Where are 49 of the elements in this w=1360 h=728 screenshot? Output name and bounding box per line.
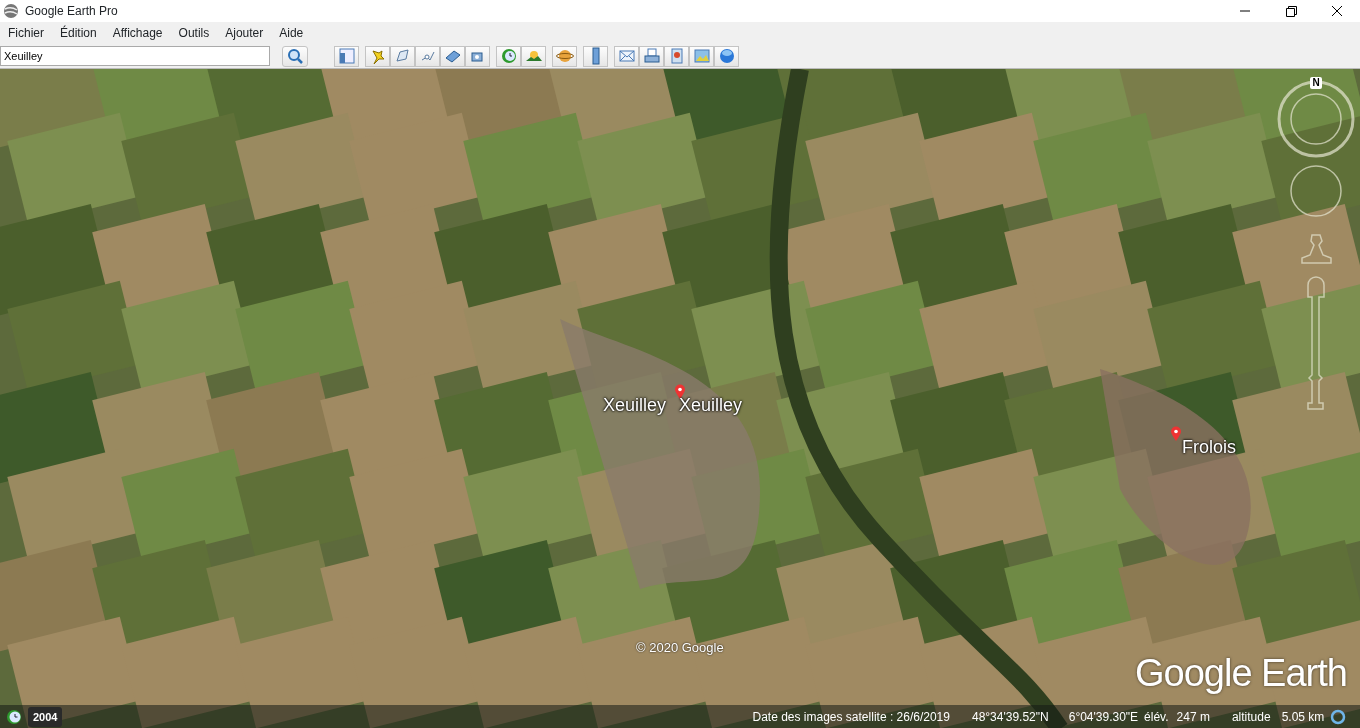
compass-north-label[interactable]: N bbox=[1310, 77, 1322, 89]
printer-icon bbox=[642, 47, 661, 65]
polygon-button[interactable] bbox=[390, 45, 415, 67]
globe-button[interactable] bbox=[714, 45, 739, 67]
sun-button[interactable] bbox=[521, 45, 546, 67]
menu-item[interactable]: Fichier bbox=[0, 24, 52, 42]
search-icon bbox=[287, 48, 303, 64]
image-icon bbox=[692, 47, 711, 65]
place-label[interactable]: Xeuilley bbox=[603, 392, 667, 419]
planet-button[interactable] bbox=[552, 45, 577, 67]
clock-button[interactable] bbox=[496, 45, 521, 67]
ruler-button[interactable] bbox=[583, 45, 608, 67]
altitude-label: altitude bbox=[1231, 709, 1271, 726]
printer-button[interactable] bbox=[639, 45, 664, 67]
envelope-icon bbox=[617, 47, 636, 65]
copyright-text: © 2020 Google bbox=[636, 639, 724, 657]
clock-icon[interactable] bbox=[6, 709, 22, 725]
streaming-status-icon bbox=[1330, 709, 1347, 725]
imagery-date: Date des images satellite : 26/6/2019 bbox=[752, 709, 950, 726]
historical-imagery-year[interactable]: 2004 bbox=[28, 706, 63, 728]
clock-icon bbox=[499, 47, 518, 65]
sidebar-icon bbox=[337, 47, 356, 65]
menu-item[interactable]: Outils bbox=[170, 24, 218, 42]
elevation-value: 247 m bbox=[1176, 709, 1210, 726]
planet-icon bbox=[555, 47, 574, 65]
longitude-text: 6°04'39.30"E bbox=[1068, 709, 1139, 726]
search-field[interactable]: Xeuilley bbox=[0, 46, 270, 66]
globe-icon bbox=[717, 47, 736, 65]
sidebar-button[interactable] bbox=[334, 45, 359, 67]
search-button[interactable] bbox=[282, 45, 308, 67]
window-title: Google Earth Pro bbox=[25, 3, 118, 20]
latitude-text: 48°34'39.52"N bbox=[971, 709, 1049, 726]
overlay-button[interactable] bbox=[440, 45, 465, 67]
envelope-button[interactable] bbox=[614, 45, 639, 67]
menu-item[interactable]: Aide bbox=[271, 24, 312, 42]
satellite-map[interactable]: N Xeuilley Xeuilley Frolois © 2020 Google Google Earth 2004 Date des images satellite : 26/6/2019 48°34'39.52"N 6°04'39.30"E élév. 247 m altitude 5.05 km bbox=[0, 69, 1360, 728]
menu-item[interactable]: Ajouter bbox=[217, 24, 272, 42]
place-label[interactable]: Frolois bbox=[1182, 434, 1236, 461]
placemark-pin-icon[interactable] bbox=[1170, 426, 1182, 442]
menu-item[interactable]: Affichage bbox=[104, 24, 171, 42]
place-label[interactable]: Xeuilley bbox=[679, 392, 743, 419]
image-button[interactable] bbox=[689, 45, 714, 67]
map-pin-button[interactable] bbox=[664, 45, 689, 67]
polygon-icon bbox=[393, 47, 412, 65]
logo-text: Google Earth bbox=[1135, 651, 1347, 696]
altitude-value: 5.05 km bbox=[1281, 709, 1325, 726]
menu-item[interactable]: Édition bbox=[52, 24, 105, 42]
app-logo-icon bbox=[3, 3, 19, 19]
elevation-label: élév. bbox=[1144, 709, 1169, 726]
